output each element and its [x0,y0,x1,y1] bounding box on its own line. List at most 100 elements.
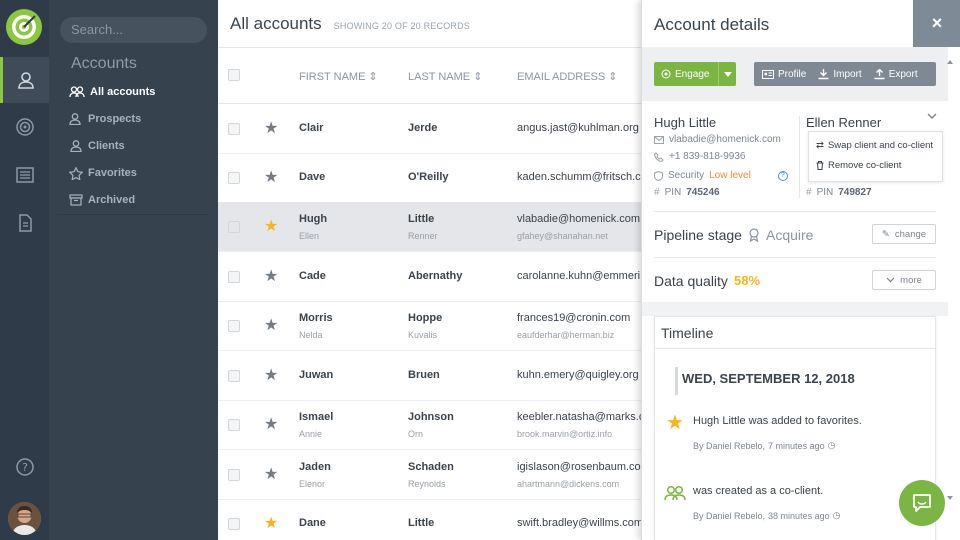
first-name: Dane [299,517,326,529]
more-button[interactable]: more [872,270,936,290]
table-row[interactable]: ★ Morris Nelda Hoppe Kuvalis frances19@c… [218,301,648,351]
sidebar-item-favorites[interactable]: Favorites [69,163,137,183]
row-checkbox[interactable] [228,320,240,332]
star-icon[interactable]: ★ [264,417,278,433]
table-row[interactable]: ★ Jaden Elenor Schaden Reynolds igislaso… [218,450,648,500]
engage-button[interactable]: Engage [654,62,736,86]
co-first-name: Elenor [299,479,326,489]
table-row[interactable]: ★ Ismael Annie Johnson Orn keebler.natas… [218,400,648,450]
rail-document-icon[interactable] [0,200,49,246]
select-all-checkbox[interactable] [228,69,240,81]
target-logo-icon[interactable] [6,9,42,45]
client-email[interactable]: vlabadie@homenick.com [654,134,781,145]
import-button[interactable]: Import [812,62,867,86]
rail-list-icon[interactable] [0,152,49,198]
divider [654,257,936,258]
chat-button[interactable] [899,480,945,526]
email: kaden.schumm@fritsch.co [517,171,647,183]
star-icon[interactable]: ★ [264,368,278,384]
sidebar-item-archived[interactable]: Archived [69,190,135,210]
last-name: Johnson [408,411,454,423]
sort-icon: ⇕ [368,71,378,83]
column-last-name[interactable]: LAST NAME ⇕ [408,70,482,83]
row-checkbox[interactable] [228,221,240,233]
last-name: Jerde [408,122,438,134]
user-plus-icon [69,113,81,125]
rail-target-icon[interactable] [0,104,49,150]
help-icon[interactable]: ? [0,444,49,490]
coclient-menu: ⇄ Swap client and co-client Remove co-cl… [808,131,943,182]
timeline-event-meta: By Daniel Rebelo, 7 minutes ago ◷ [693,440,835,451]
archive-icon [69,194,83,206]
caret-down-icon[interactable] [718,62,732,86]
remove-coclient-menu-item[interactable]: Remove co-client [816,160,901,171]
change-button[interactable]: ✎ change [872,224,936,244]
export-button[interactable]: Export [868,62,924,86]
row-checkbox[interactable] [228,172,240,184]
table-row[interactable]: ★ Clair Jerde angus.jast@kuhlman.org [218,104,648,154]
sidebar-item-all-accounts[interactable]: All accounts [69,82,155,102]
co-email: ahartmann@dickens.com [517,479,620,489]
row-checkbox[interactable] [228,370,240,382]
co-first-name: Annie [299,429,323,439]
row-checkbox[interactable] [228,518,240,530]
security-label: Security [668,170,705,181]
star-icon[interactable]: ★ [264,170,278,186]
event-author: By Daniel Rebelo, [693,510,766,521]
pipeline-label: Pipeline stage [654,227,742,243]
star-icon[interactable]: ★ [264,269,278,285]
import-label: Import [833,68,862,80]
swap-clients-menu-item[interactable]: ⇄ Swap client and co-client [816,140,933,151]
target-icon [661,69,671,79]
sidebar-item-prospects[interactable]: Prospects [69,109,141,129]
table-row[interactable]: ★ Dave O'Reilly kaden.schumm@fritsch.co [218,153,648,203]
client-pin: # PIN 745246 [654,187,720,198]
sidebar: Search... Accounts All accounts Prospect… [49,0,218,540]
sidebar-item-label: All accounts [90,86,156,98]
co-email: brook.marvin@ortiz.info [517,429,613,439]
phone-icon [654,151,664,162]
export-label: Export [888,68,918,80]
record-count: SHOWING 20 OF 20 RECORDS [333,21,470,31]
sidebar-item-label: Clients [88,140,125,152]
row-checkbox[interactable] [228,271,240,283]
search-input[interactable]: Search... [60,17,207,43]
star-icon[interactable]: ★ [264,467,278,483]
row-checkbox[interactable] [228,123,240,135]
table-row[interactable]: ★ Juwan Bruen kuhn.emery@quigley.org [218,351,648,401]
first-name: Dave [299,171,326,183]
row-checkbox[interactable] [228,419,240,431]
users-icon [664,485,686,506]
star-icon[interactable]: ★ [264,219,278,235]
client-phone[interactable]: +1 839-818-9936 [654,151,745,162]
client-email-value: vlabadie@homenick.com [669,134,781,145]
sidebar-item-clients[interactable]: Clients [69,136,125,156]
star-icon[interactable]: ★ [264,516,278,532]
table-row[interactable]: ★ Cade Abernathy carolanne.kuhn@emmeri [218,252,648,302]
timeline-card: Timeline WED, SEPTEMBER 12, 2018 ★ Hugh … [654,316,936,540]
column-first-name[interactable]: FIRST NAME ⇕ [299,70,378,83]
star-icon[interactable]: ★ [264,318,278,334]
last-name: Hoppe [408,312,443,324]
help-icon[interactable]: ? [777,170,788,181]
table-row[interactable]: ★ Dane Little swift.bradley@willms.com [218,499,648,540]
star-icon[interactable]: ★ [264,121,278,137]
first-name: Jaden [299,461,331,473]
more-label: more [900,274,922,286]
profile-button[interactable]: Profile [754,62,812,86]
column-email[interactable]: EMAIL ADDRESS ⇕ [517,70,618,83]
list-header: All accounts SHOWING 20 OF 20 RECORDS [218,0,648,48]
table-row[interactable]: ★ Hugh Ellen Little Renner vlabadie@home… [218,202,648,252]
chevron-down-icon[interactable] [926,109,938,121]
close-button[interactable]: × [913,0,960,47]
rail-accounts-icon[interactable] [0,57,49,103]
co-first-name: Nelda [299,330,323,340]
last-name: Bruen [408,369,440,381]
avatar[interactable] [8,502,41,535]
scrollbar[interactable] [947,60,953,500]
upload-icon [874,68,885,79]
award-icon [749,228,759,242]
column-label: EMAIL ADDRESS [517,71,606,83]
row-checkbox[interactable] [228,469,240,481]
coclient-name: Ellen Renner [806,115,882,130]
